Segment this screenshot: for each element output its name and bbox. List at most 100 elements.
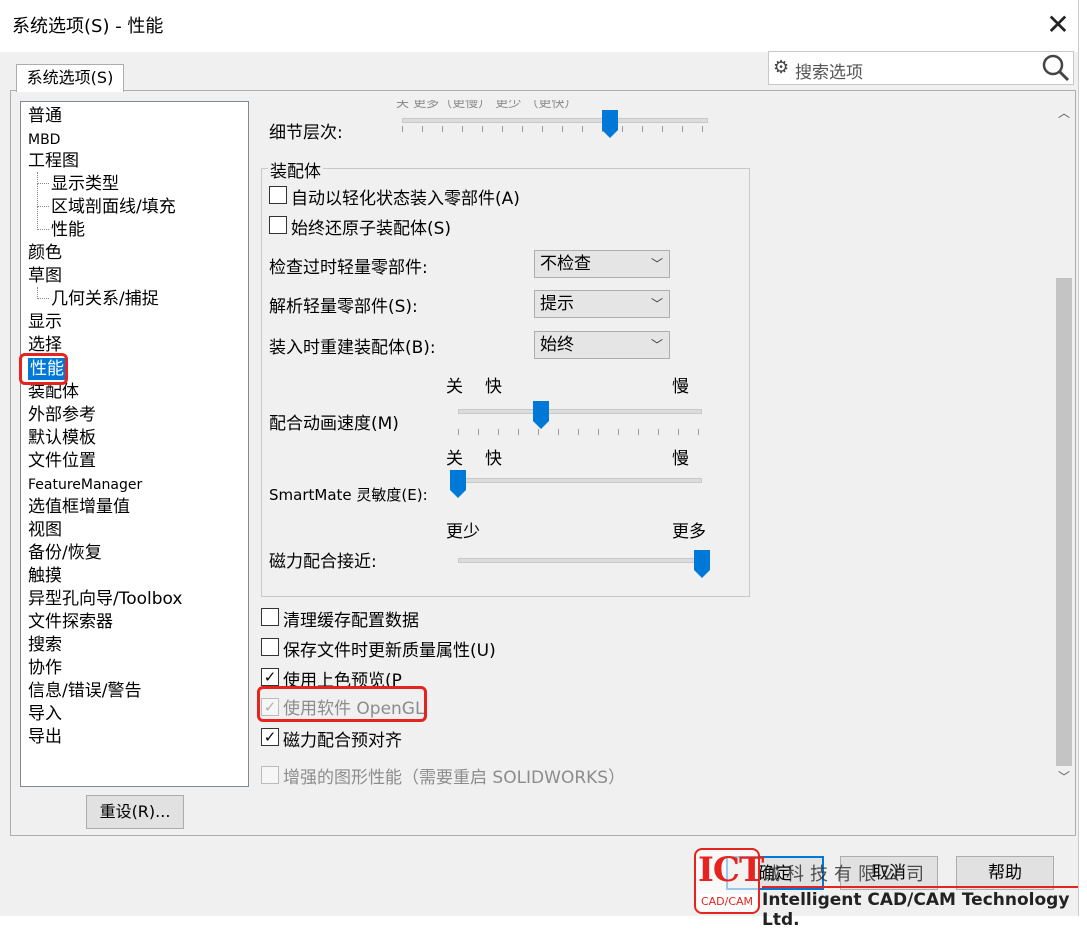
mate-animation-slow-label: 慢 (672, 377, 689, 397)
detail-level-ticks (402, 126, 708, 132)
watermark-company-en: Intelligent CAD/CAM Technology Ltd. (762, 890, 1070, 930)
tree-item-relations-snaps[interactable]: 几何关系/捕捉 (51, 288, 159, 310)
magnetic-mate-prealign-label: 磁力配合预对齐 (283, 731, 402, 751)
tab-system-options[interactable]: 系统选项(S) (16, 64, 124, 92)
search-box[interactable]: ⚙ 搜索选项 (768, 51, 1074, 85)
purge-cached-configs-checkbox[interactable] (261, 608, 279, 626)
gear-icon: ⚙ (773, 57, 790, 78)
highlight-box-opengl (257, 686, 427, 722)
options-tree: 普通 MBD 工程图 显示类型 区域剖面线/填充 性能 颜色 草图 几何关系/捕… (20, 101, 249, 787)
detail-level-scale-labels: 关 更多（更慢） 更少 （更快） (396, 100, 578, 111)
magnetic-mate-slider-thumb[interactable] (694, 550, 710, 578)
smartmate-slow-label: 慢 (672, 449, 689, 469)
scroll-down-arrow-icon[interactable]: ﹀ (1053, 764, 1075, 790)
search-icon[interactable] (1041, 53, 1071, 83)
tree-item-drawings[interactable]: 工程图 (28, 150, 79, 172)
company-logo: ICT CAD/CAM (694, 848, 764, 914)
detail-level-slider-thumb[interactable] (602, 110, 619, 138)
smartmate-off-label: 关 (446, 449, 463, 469)
logo-text: ICT (698, 850, 764, 890)
scroll-up-arrow-icon[interactable]: ︿ (1053, 100, 1075, 126)
update-mass-properties-checkbox[interactable] (261, 638, 279, 656)
logo-subtext: CAD/CAM (698, 894, 756, 910)
mate-animation-ticks (458, 429, 702, 435)
tree-item-area-hatch[interactable]: 区域剖面线/填充 (51, 196, 176, 218)
tree-connector (37, 287, 49, 299)
tree-item-search[interactable]: 搜索 (28, 634, 62, 656)
tree-item-featuremanager[interactable]: FeatureManager (28, 474, 142, 496)
chevron-down-icon: ﹀ (650, 257, 663, 271)
enhanced-graphics-label: 增强的图形性能（需要重启 SOLIDWORKS） (283, 768, 626, 788)
system-options-dialog: 系统选项(S) - 性能 ✕ 系统选项(S) ⚙ 搜索选项 普通 MBD 工程图… (0, 0, 1087, 930)
always-resolve-subassemblies-checkbox[interactable] (269, 216, 287, 234)
magnetic-mate-slider-track[interactable] (458, 558, 702, 563)
detail-level-label: 细节层次: (269, 123, 343, 143)
enhanced-graphics-checkbox[interactable] (261, 766, 279, 784)
mate-animation-fast-label: 快 (485, 377, 502, 397)
search-input[interactable]: 搜索选项 (795, 58, 863, 83)
reset-button[interactable]: 重设(R)... (86, 795, 184, 829)
tree-item-view[interactable]: 视图 (28, 519, 62, 541)
tree-item-collaboration[interactable]: 协作 (28, 657, 62, 679)
check-outdated-dropdown[interactable]: 不检查 ﹀ (534, 250, 670, 278)
rebuild-on-load-label: 装入时重建装配体(B): (269, 338, 436, 358)
smartmate-slider-thumb[interactable] (450, 470, 466, 498)
tree-connector (37, 207, 49, 230)
performance-options-panel: 关 更多（更慢） 更少 （更快） 细节层次: 装配体 自动以轻化状态装入零部件(… (256, 100, 1051, 790)
watermark-company-cn: 诚科技有限公司 (762, 864, 930, 885)
tree-item-spin-box-increments[interactable]: 选值框增量值 (28, 496, 130, 518)
smartmate-fast-label: 快 (485, 449, 502, 469)
rebuild-on-load-dropdown[interactable]: 始终 ﹀ (534, 331, 670, 359)
tree-item-mbd[interactable]: MBD (28, 129, 60, 151)
window-edge (1078, 0, 1087, 916)
magnetic-mate-label: 磁力配合接近: (269, 552, 377, 572)
update-mass-properties-label: 保存文件时更新质量属性(U) (283, 641, 496, 661)
window-title: 系统选项(S) - 性能 (12, 16, 164, 37)
resolve-lightweight-dropdown[interactable]: 提示 ﹀ (534, 290, 670, 318)
detail-level-slider-track[interactable] (402, 118, 708, 123)
lightweight-load-label: 自动以轻化状态装入零部件(A) (291, 189, 520, 209)
shaded-preview-checkbox[interactable]: ✓ (261, 668, 279, 686)
tree-item-export[interactable]: 导出 (28, 726, 62, 748)
tree-item-default-templates[interactable]: 默认模板 (28, 427, 96, 449)
check-outdated-value: 不检查 (540, 254, 591, 274)
magnetic-mate-less-label: 更少 (446, 522, 480, 542)
tree-item-drawing-performance[interactable]: 性能 (51, 219, 85, 241)
resolve-lightweight-label: 解析轻量零部件(S): (269, 297, 418, 317)
tree-item-external-references[interactable]: 外部参考 (28, 404, 96, 426)
chevron-down-icon: ﹀ (650, 297, 663, 311)
tree-item-messages-errors-warnings[interactable]: 信息/错误/警告 (28, 680, 141, 702)
magnetic-mate-prealign-checkbox[interactable]: ✓ (261, 728, 279, 746)
tree-connector (37, 172, 49, 184)
tree-item-display[interactable]: 显示 (28, 311, 62, 333)
mate-animation-label: 配合动画速度(M) (269, 414, 399, 434)
tree-item-display-style[interactable]: 显示类型 (51, 173, 119, 195)
close-button[interactable]: ✕ (1038, 6, 1078, 46)
tree-item-import[interactable]: 导入 (28, 703, 62, 725)
tree-item-backup-recover[interactable]: 备份/恢复 (28, 542, 102, 564)
lightweight-load-checkbox[interactable] (269, 186, 287, 204)
mate-animation-slider-thumb[interactable] (532, 401, 549, 429)
help-button[interactable]: 帮助 (956, 856, 1054, 890)
tree-item-general[interactable]: 普通 (28, 105, 62, 127)
tree-item-file-explorer[interactable]: 文件探索器 (28, 611, 113, 633)
tree-item-hole-wizard-toolbox[interactable]: 异型孔向导/Toolbox (28, 588, 182, 610)
watermark-divider (762, 886, 1078, 888)
panel-scrollbar[interactable]: ︿ ﹀ (1053, 100, 1075, 790)
tree-item-sketch[interactable]: 草图 (28, 265, 62, 287)
tree-item-file-locations[interactable]: 文件位置 (28, 450, 96, 472)
purge-cached-configs-label: 清理缓存配置数据 (283, 611, 419, 631)
chevron-down-icon: ﹀ (650, 338, 663, 352)
tree-item-touch[interactable]: 触摸 (28, 565, 62, 587)
mate-animation-off-label: 关 (446, 377, 463, 397)
tree-connector (37, 184, 49, 207)
rebuild-on-load-value: 始终 (540, 335, 574, 355)
mate-animation-slider-track[interactable] (458, 409, 702, 414)
tree-item-colors[interactable]: 颜色 (28, 242, 62, 264)
scrollbar-thumb[interactable] (1056, 278, 1072, 766)
magnetic-mate-more-label: 更多 (672, 522, 706, 542)
always-resolve-subassemblies-label: 始终还原子装配体(S) (291, 219, 452, 239)
check-outdated-label: 检查过时轻量零部件: (269, 258, 428, 278)
highlight-box-performance (19, 353, 68, 385)
smartmate-slider-track[interactable] (458, 478, 702, 483)
